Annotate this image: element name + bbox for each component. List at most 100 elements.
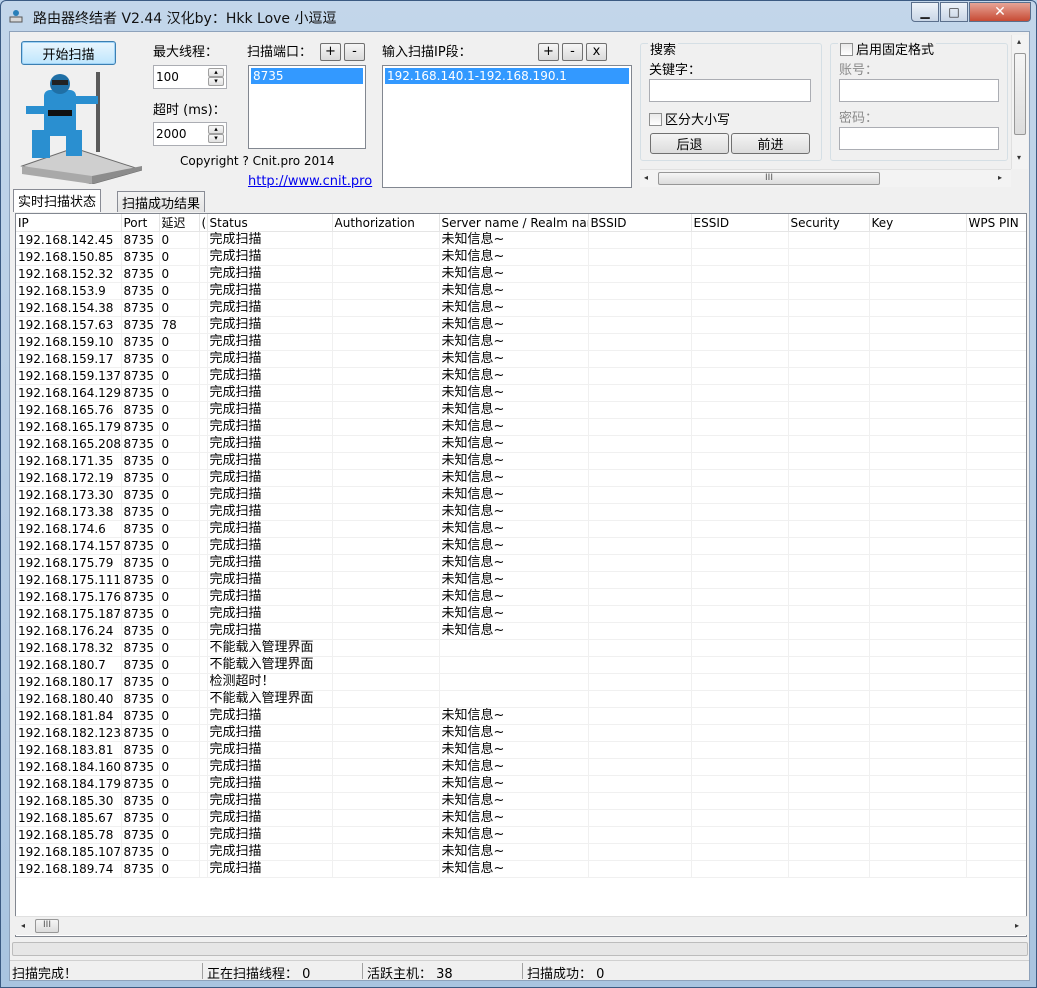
options-vscroll[interactable]: ▴ ▾ <box>1011 35 1028 169</box>
close-button[interactable]: ✕ <box>969 2 1031 22</box>
scroll-left-icon[interactable]: ◂ <box>21 921 25 930</box>
column-header[interactable]: Security <box>788 214 870 232</box>
ip-cell: 192.168.153.9 <box>16 282 122 300</box>
column-header[interactable]: ( <box>199 214 208 232</box>
website-link[interactable]: http://www.cnit.pro <box>248 174 372 189</box>
account-input[interactable] <box>839 79 999 102</box>
table-row[interactable]: 192.168.159.137 8735 0 完成扫描 未知信息~ <box>16 367 1026 385</box>
scroll-right-icon[interactable]: ▸ <box>1015 921 1019 930</box>
scroll-up-icon[interactable]: ▴ <box>1017 37 1021 46</box>
remove-ip-button[interactable]: - <box>562 43 583 61</box>
spin-down-icon[interactable]: ▾ <box>208 134 224 143</box>
spin-up-icon[interactable]: ▴ <box>208 68 224 77</box>
options-hscroll[interactable]: ◂ III ▸ <box>640 169 1011 187</box>
tab-realtime-status[interactable]: 实时扫描状态 <box>13 189 102 212</box>
scroll-thumb[interactable]: III <box>658 172 880 185</box>
table-row[interactable]: 192.168.159.17 8735 0 完成扫描 未知信息~ <box>16 350 1026 368</box>
port-item[interactable]: 8735 <box>251 68 363 84</box>
add-port-button[interactable]: + <box>320 43 341 61</box>
table-row[interactable]: 192.168.175.176 8735 0 完成扫描 未知信息~ <box>16 588 1026 606</box>
title-bar[interactable]: 路由器终结者 V2.44 汉化by：Hkk Love 小逗逗 ▁ □ ✕ <box>1 1 1036 31</box>
password-input[interactable] <box>839 127 999 150</box>
column-header[interactable]: Status <box>207 214 333 232</box>
table-row[interactable]: 192.168.171.35 8735 0 完成扫描 未知信息~ <box>16 452 1026 470</box>
table-row[interactable]: 192.168.185.78 8735 0 完成扫描 未知信息~ <box>16 826 1026 844</box>
table-row[interactable]: 192.168.175.111 8735 0 完成扫描 未知信息~ <box>16 571 1026 589</box>
table-row[interactable]: 192.168.142.45 8735 0 完成扫描 未知信息~ <box>16 231 1026 249</box>
spin-down-icon[interactable]: ▾ <box>208 77 224 86</box>
forward-button[interactable]: 前进 <box>731 133 810 154</box>
table-row[interactable]: 192.168.185.107 8735 0 完成扫描 未知信息~ <box>16 843 1026 861</box>
table-row[interactable]: 192.168.172.19 8735 0 完成扫描 未知信息~ <box>16 469 1026 487</box>
add-ip-button[interactable]: + <box>538 43 559 61</box>
checkbox-icon[interactable] <box>840 43 853 56</box>
table-row[interactable]: 192.168.182.123 8735 0 完成扫描 未知信息~ <box>16 724 1026 742</box>
table-row[interactable]: 192.168.178.32 8735 0 不能载入管理界面 <box>16 639 1026 657</box>
table-row[interactable]: 192.168.165.179 8735 0 完成扫描 未知信息~ <box>16 418 1026 436</box>
ip-range-list[interactable]: 192.168.140.1-192.168.190.1 <box>382 65 632 188</box>
table-row[interactable]: 192.168.154.38 8735 0 完成扫描 未知信息~ <box>16 299 1026 317</box>
table-row[interactable]: 192.168.181.84 8735 0 完成扫描 未知信息~ <box>16 707 1026 725</box>
table-hscroll[interactable]: ◂ III ▸ <box>15 916 1027 935</box>
server-name-cell: 未知信息~ <box>439 622 589 640</box>
table-row[interactable]: 192.168.176.24 8735 0 完成扫描 未知信息~ <box>16 622 1026 640</box>
column-header[interactable]: BSSID <box>588 214 692 232</box>
max-threads-spinner[interactable]: 100 ▴ ▾ <box>153 65 227 89</box>
table-row[interactable]: 192.168.185.67 8735 0 完成扫描 未知信息~ <box>16 809 1026 827</box>
column-header[interactable]: ESSID <box>691 214 789 232</box>
table-row[interactable]: 192.168.157.63 8735 78 完成扫描 未知信息~ <box>16 316 1026 334</box>
empty-cell <box>588 418 692 436</box>
table-row[interactable]: 192.168.180.7 8735 0 不能载入管理界面 <box>16 656 1026 674</box>
table-row[interactable]: 192.168.180.40 8735 0 不能载入管理界面 <box>16 690 1026 708</box>
spin-up-icon[interactable]: ▴ <box>208 125 224 134</box>
table-row[interactable]: 192.168.165.208 8735 0 完成扫描 未知信息~ <box>16 435 1026 453</box>
table-row[interactable]: 192.168.180.17 8735 0 检测超时！ <box>16 673 1026 691</box>
column-header[interactable]: 延迟 <box>159 214 200 232</box>
table-row[interactable]: 192.168.174.157 8735 0 完成扫描 未知信息~ <box>16 537 1026 555</box>
table-row[interactable]: 192.168.189.74 8735 0 完成扫描 未知信息~ <box>16 860 1026 878</box>
keyword-input[interactable] <box>649 79 811 102</box>
column-header[interactable]: IP <box>16 214 122 232</box>
timeout-spinner[interactable]: 2000 ▴ ▾ <box>153 122 227 146</box>
column-header[interactable]: WPS PIN <box>966 214 1026 232</box>
start-scan-button[interactable]: 开始扫描 <box>21 41 116 65</box>
remove-port-button[interactable]: - <box>344 43 365 61</box>
column-header[interactable]: Key <box>869 214 967 232</box>
table-row[interactable]: 192.168.174.6 8735 0 完成扫描 未知信息~ <box>16 520 1026 538</box>
back-button[interactable]: 后退 <box>650 133 729 154</box>
scroll-down-icon[interactable]: ▾ <box>1017 153 1021 162</box>
table-row[interactable]: 192.168.185.30 8735 0 完成扫描 未知信息~ <box>16 792 1026 810</box>
authorization-cell <box>332 792 440 810</box>
scroll-left-icon[interactable]: ◂ <box>644 173 648 182</box>
table-row[interactable]: 192.168.153.9 8735 0 完成扫描 未知信息~ <box>16 282 1026 300</box>
table-row[interactable]: 192.168.152.32 8735 0 完成扫描 未知信息~ <box>16 265 1026 283</box>
table-row[interactable]: 192.168.159.10 8735 0 完成扫描 未知信息~ <box>16 333 1026 351</box>
ports-list[interactable]: 8735 <box>248 65 366 149</box>
table-row[interactable]: 192.168.165.76 8735 0 完成扫描 未知信息~ <box>16 401 1026 419</box>
table-row[interactable]: 192.168.184.160 8735 0 完成扫描 未知信息~ <box>16 758 1026 776</box>
fixed-format-checkbox[interactable]: 启用固定格式 <box>838 39 937 58</box>
table-row[interactable]: 192.168.173.30 8735 0 完成扫描 未知信息~ <box>16 486 1026 504</box>
checkbox-icon[interactable] <box>649 113 662 126</box>
scroll-thumb[interactable]: III <box>35 919 59 933</box>
case-sensitive-checkbox[interactable]: 区分大小写 <box>649 109 730 128</box>
empty-cell <box>588 282 692 300</box>
column-header[interactable]: Authorization <box>332 214 440 232</box>
scroll-right-icon[interactable]: ▸ <box>998 173 1002 182</box>
clear-ip-button[interactable]: x <box>586 43 607 61</box>
maximize-button[interactable]: □ <box>940 2 968 22</box>
table-row[interactable]: 192.168.164.129 8735 0 完成扫描 未知信息~ <box>16 384 1026 402</box>
scroll-thumb[interactable] <box>1014 53 1026 135</box>
table-row[interactable]: 192.168.175.79 8735 0 完成扫描 未知信息~ <box>16 554 1026 572</box>
ip-range-item[interactable]: 192.168.140.1-192.168.190.1 <box>385 68 629 84</box>
table-row[interactable]: 192.168.173.38 8735 0 完成扫描 未知信息~ <box>16 503 1026 521</box>
table-row[interactable]: 192.168.150.85 8735 0 完成扫描 未知信息~ <box>16 248 1026 266</box>
table-row[interactable]: 192.168.184.179 8735 0 完成扫描 未知信息~ <box>16 775 1026 793</box>
table-row[interactable]: 192.168.175.187 8735 0 完成扫描 未知信息~ <box>16 605 1026 623</box>
empty-cell <box>966 826 1026 844</box>
column-header[interactable]: Port <box>121 214 160 232</box>
column-header[interactable]: Server name / Realm name <box>439 214 589 232</box>
table-row[interactable]: 192.168.183.81 8735 0 完成扫描 未知信息~ <box>16 741 1026 759</box>
minimize-button[interactable]: ▁ <box>911 2 939 22</box>
tab-success-results[interactable]: 扫描成功结果 <box>117 191 206 212</box>
